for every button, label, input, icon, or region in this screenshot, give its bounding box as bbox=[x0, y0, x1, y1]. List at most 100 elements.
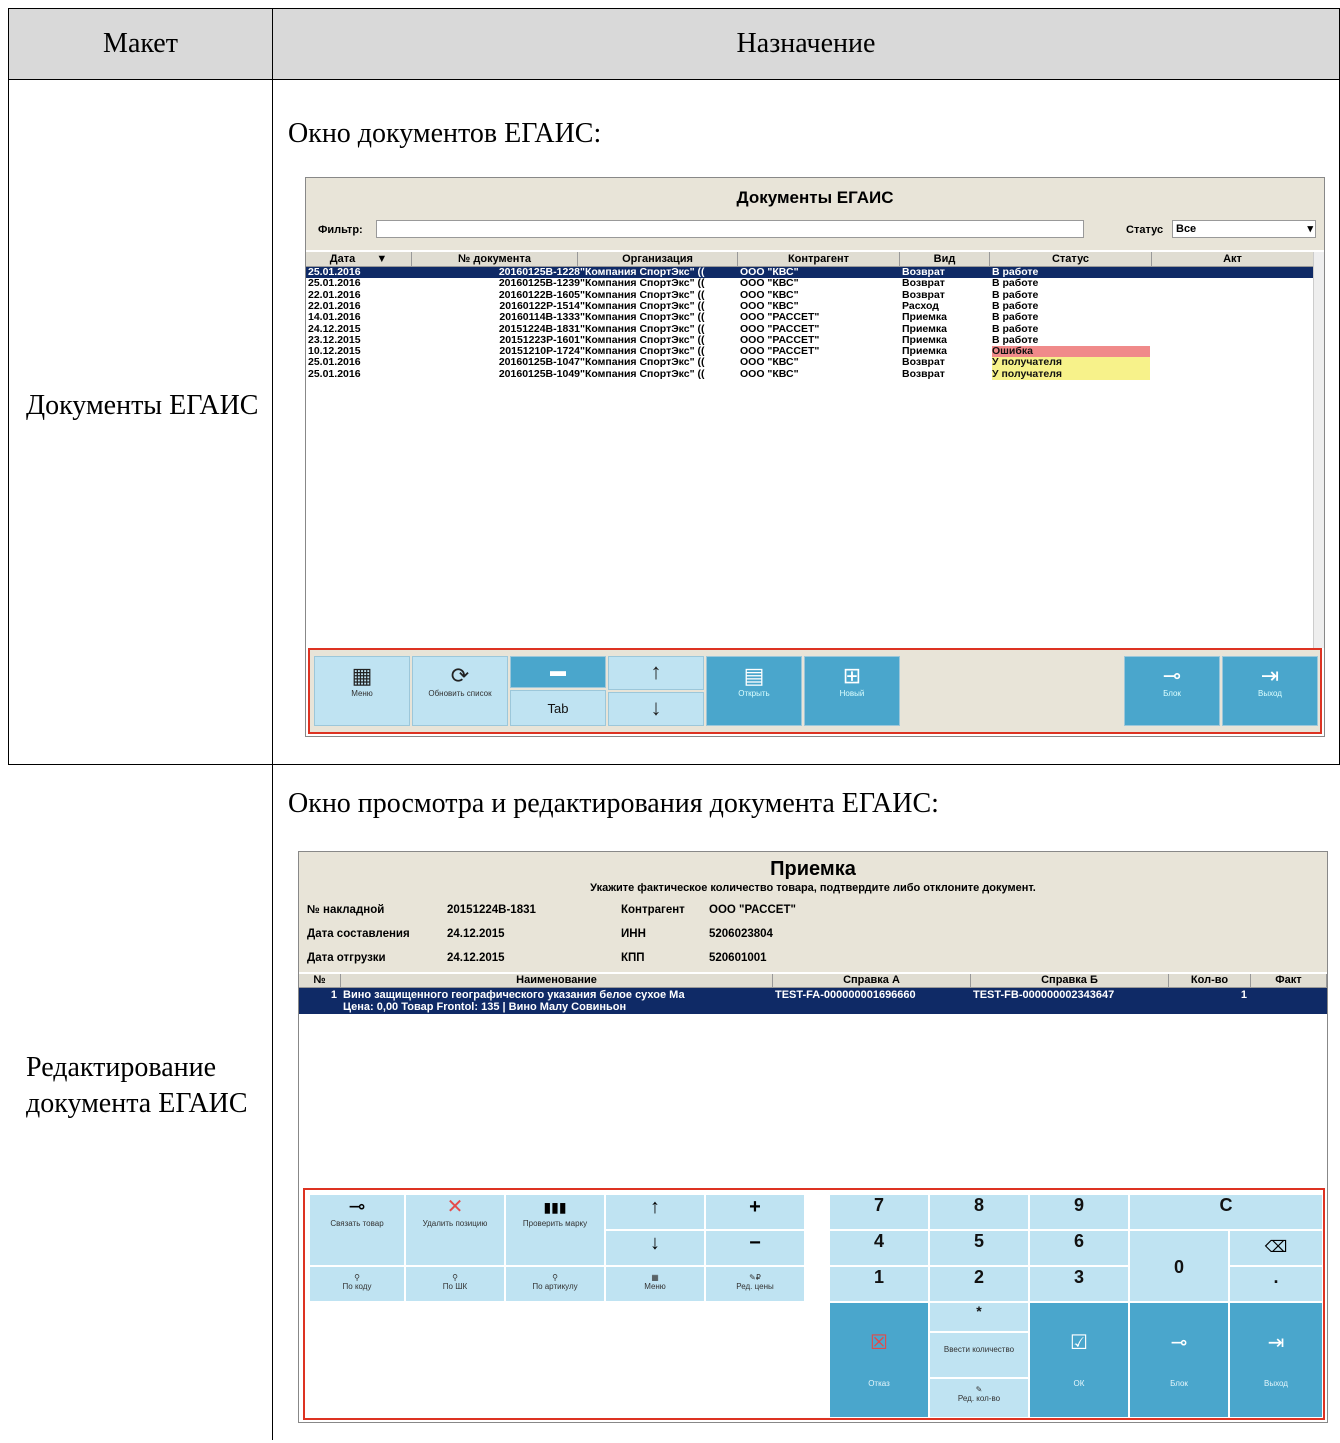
header-layout-text: Макет bbox=[103, 28, 178, 59]
cell-kind: Возврат bbox=[902, 289, 945, 301]
row1-caption: Окно документов ЕГАИС: bbox=[288, 118, 602, 149]
col-contr[interactable]: Контрагент bbox=[738, 252, 900, 266]
key-asterisk[interactable]: * bbox=[929, 1302, 1029, 1332]
enter-qty-label: Ввести количество bbox=[943, 1345, 1015, 1354]
key-1[interactable]: 1 bbox=[829, 1266, 929, 1302]
edit-price-icon: ✎₽ bbox=[749, 1273, 761, 1282]
col-fact[interactable]: Факт bbox=[1251, 974, 1327, 987]
col-qty[interactable]: Кол-во bbox=[1169, 974, 1251, 987]
down-button[interactable]: ↓ bbox=[605, 1230, 705, 1266]
table-row[interactable]: 22.01.2016 20160122Р-1514 "Компания СпортЭ… bbox=[306, 301, 1314, 312]
open-button[interactable]: ▤ Открыть bbox=[706, 656, 802, 726]
key-clear-label: C bbox=[1219, 1195, 1233, 1215]
cell-doc: 20151223Р-1601 bbox=[499, 334, 580, 346]
key-8[interactable]: 8 bbox=[929, 1194, 1029, 1230]
backspace-button[interactable]: ⌫ bbox=[1229, 1230, 1323, 1266]
exit-button[interactable]: ⇥ Выход bbox=[1229, 1302, 1323, 1418]
keyboard-button[interactable]: ▬ bbox=[510, 656, 606, 688]
header-layout: Макет bbox=[8, 8, 273, 80]
up-button[interactable]: ↑ bbox=[608, 656, 704, 690]
lock-button[interactable]: ⊸ Блок bbox=[1124, 656, 1220, 726]
check-mark-button[interactable]: ▮▮▮ Проверить марку bbox=[505, 1194, 605, 1266]
minus-button[interactable]: − bbox=[705, 1230, 805, 1266]
table-row[interactable]: 25.01.2016 20160125В-1239 "Компания СпортЭ… bbox=[306, 278, 1314, 289]
row-qty: 1 bbox=[1240, 989, 1247, 1001]
cell-doc: 20160122В-1605 bbox=[498, 289, 580, 301]
by-code-button[interactable]: ⚲ По коду bbox=[309, 1266, 405, 1302]
table-row[interactable]: 24.12.2015 20151224В-1831 "Компания СпортЭ… bbox=[306, 324, 1314, 335]
contr-label: Контрагент bbox=[621, 904, 685, 916]
key-9[interactable]: 9 bbox=[1029, 1194, 1129, 1230]
w1-scrollbar[interactable] bbox=[1313, 252, 1324, 648]
by-barcode-label: По ШК bbox=[442, 1282, 468, 1291]
date-ship-value: 24.12.2015 bbox=[447, 952, 505, 964]
w2-table-row[interactable]: 1 Вино защищенного географического указа… bbox=[299, 988, 1327, 1014]
key-6[interactable]: 6 bbox=[1029, 1230, 1129, 1266]
sort-arrow-icon: ▼ bbox=[376, 253, 388, 265]
table-row[interactable]: 23.12.2015 20151223Р-1601 "Компания СпортЭ… bbox=[306, 335, 1314, 346]
filter-input[interactable] bbox=[376, 220, 1084, 238]
cell-kind: Приемка bbox=[902, 312, 947, 324]
link-product-button[interactable]: ⊸ Связать товар bbox=[309, 1194, 405, 1266]
up-button[interactable]: ↑ bbox=[605, 1194, 705, 1230]
new-button[interactable]: ⊞ Новый bbox=[804, 656, 900, 726]
col-name[interactable]: Наименование bbox=[341, 974, 773, 987]
exit-button-label: Выход bbox=[1258, 689, 1282, 698]
cell-status: В работе bbox=[992, 323, 1039, 335]
cell-org: "Компания СпортЭкс" (( bbox=[580, 312, 705, 324]
key-dot[interactable]: . bbox=[1229, 1266, 1323, 1302]
by-barcode-button[interactable]: ⚲ По ШК bbox=[405, 1266, 505, 1302]
edit-qty-button[interactable]: ✎ Ред. кол-во bbox=[929, 1378, 1029, 1418]
key-4[interactable]: 4 bbox=[829, 1230, 929, 1266]
table-row[interactable]: 10.12.2015 20151210Р-1724 "Компания СпортЭ… bbox=[306, 346, 1314, 358]
key-clear[interactable]: C bbox=[1129, 1194, 1323, 1230]
refresh-button[interactable]: ⟳ Обновить список bbox=[412, 656, 508, 726]
refresh-button-label: Обновить список bbox=[428, 689, 492, 698]
col-num[interactable]: № bbox=[299, 974, 341, 987]
cell-doc: 20160114В-1333 bbox=[499, 312, 580, 324]
tab-button[interactable]: Tab bbox=[510, 690, 606, 726]
reject-button[interactable]: ☒ Отказ bbox=[829, 1302, 929, 1418]
key-5[interactable]: 5 bbox=[929, 1230, 1029, 1266]
col-ref-b[interactable]: Справка Б bbox=[971, 974, 1169, 987]
exit-button[interactable]: ⇥ Выход bbox=[1222, 656, 1318, 726]
cell-contr: ООО "РАССЕТ" bbox=[740, 334, 820, 346]
menu-button[interactable]: ▦ Меню bbox=[314, 656, 410, 726]
reject-icon: ☒ bbox=[870, 1332, 888, 1354]
key-0[interactable]: 0 bbox=[1129, 1230, 1229, 1302]
row-ref-b: TEST-FB-000000002343647 bbox=[973, 989, 1115, 1001]
table-row[interactable]: 25.01.2016 20160125В-1049 "Компания СпортЭ… bbox=[306, 368, 1314, 380]
col-date[interactable]: Дата ▼ bbox=[306, 252, 412, 266]
search-icon: ⚲ bbox=[552, 1273, 558, 1282]
ok-button[interactable]: ☑ ОК bbox=[1029, 1302, 1129, 1418]
table-row[interactable]: 25.01.2016 20160125В-1228 "Компания СпортЭ… bbox=[306, 267, 1314, 279]
lock-button[interactable]: ⊸ Блок bbox=[1129, 1302, 1229, 1418]
table-row[interactable]: 25.01.2016 20160125В-1047 "Компания СпортЭ… bbox=[306, 357, 1314, 369]
lock-button-label: Блок bbox=[1163, 689, 1181, 698]
down-button[interactable]: ↓ bbox=[608, 692, 704, 726]
cell-date: 14.01.2016 bbox=[308, 312, 361, 324]
col-doc[interactable]: № документа bbox=[412, 252, 578, 266]
status-select[interactable]: Все ▾ bbox=[1172, 220, 1316, 238]
key-7[interactable]: 7 bbox=[829, 1194, 929, 1230]
delete-item-button[interactable]: ✕ Удалить позицию bbox=[405, 1194, 505, 1266]
edit-price-button[interactable]: ✎₽ Ред. цены bbox=[705, 1266, 805, 1302]
by-article-button[interactable]: ⚲ По артикулу bbox=[505, 1266, 605, 1302]
filter-label: Фильтр: bbox=[318, 224, 363, 236]
menu-button[interactable]: ▦ Меню bbox=[605, 1266, 705, 1302]
row1-label: Документы ЕГАИС bbox=[26, 390, 259, 421]
col-org[interactable]: Организация bbox=[578, 252, 738, 266]
col-kind[interactable]: Вид bbox=[900, 252, 990, 266]
menu-button-label: Меню bbox=[644, 1282, 666, 1291]
key-2[interactable]: 2 bbox=[929, 1266, 1029, 1302]
enter-qty-button[interactable]: Ввести количество bbox=[929, 1332, 1029, 1378]
col-act[interactable]: Акт bbox=[1152, 252, 1314, 266]
key-3[interactable]: 3 bbox=[1029, 1266, 1129, 1302]
col-status[interactable]: Статус bbox=[990, 252, 1152, 266]
arrow-down-icon: ↓ bbox=[650, 695, 662, 720]
table-row[interactable]: 14.01.2016 20160114В-1333 "Компания СпортЭ… bbox=[306, 312, 1314, 323]
col-ref-a[interactable]: Справка А bbox=[773, 974, 971, 987]
table-row[interactable]: 22.01.2016 20160122В-1605 "Компания СпортЭ… bbox=[306, 290, 1314, 301]
by-article-label: По артикулу bbox=[532, 1282, 578, 1291]
plus-button[interactable]: + bbox=[705, 1194, 805, 1230]
